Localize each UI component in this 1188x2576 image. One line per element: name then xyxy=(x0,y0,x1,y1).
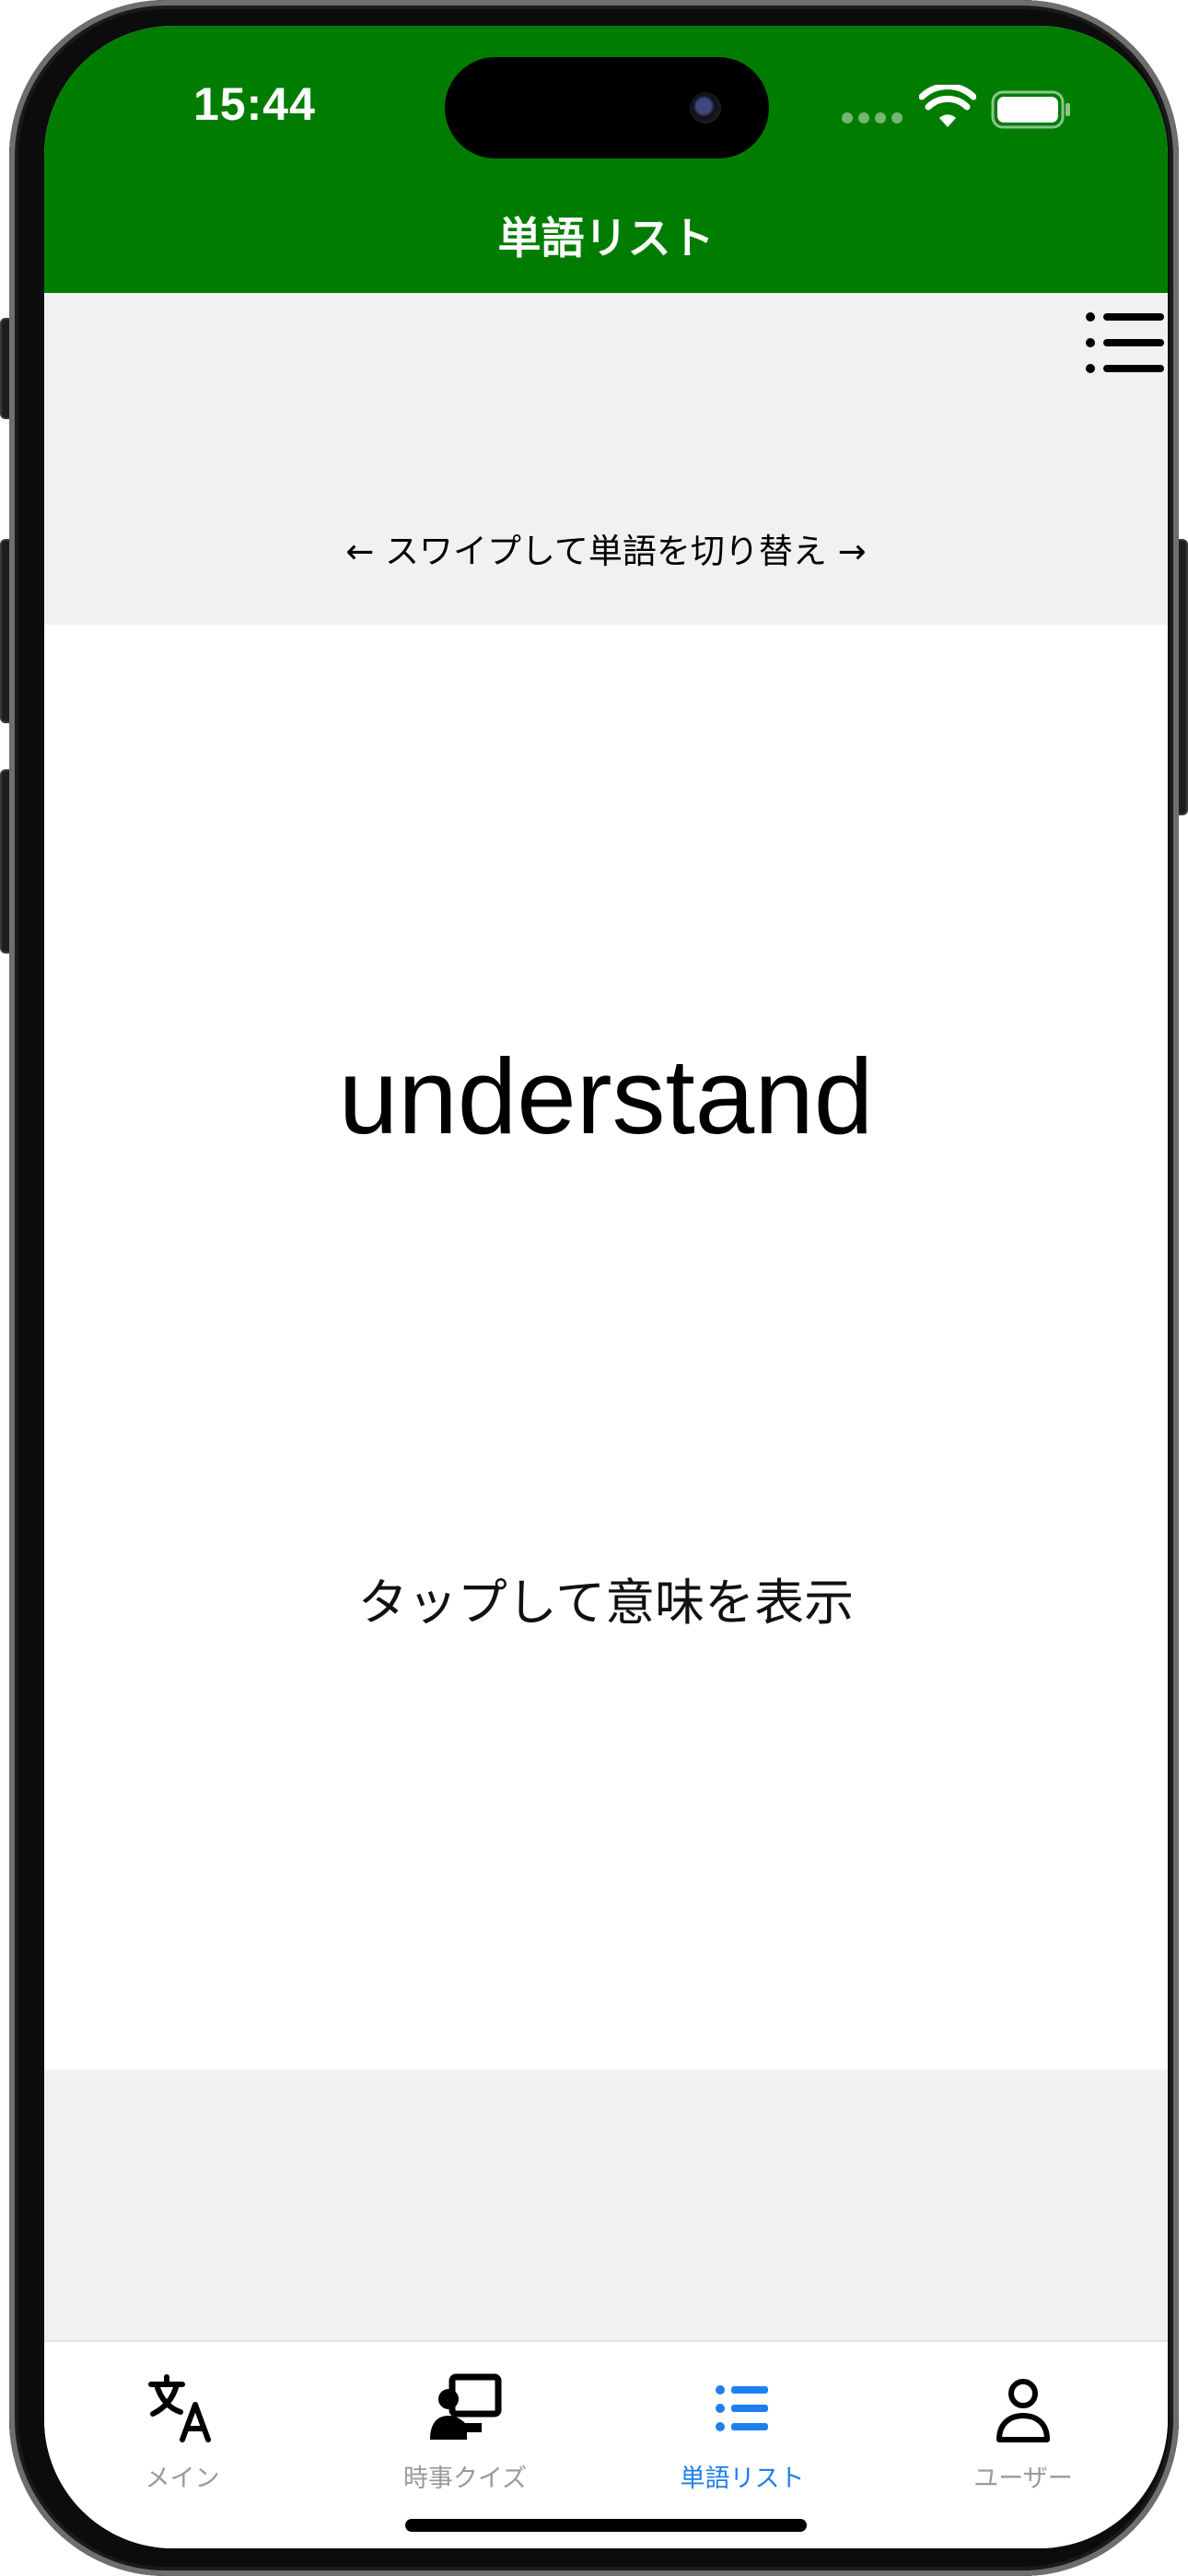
flashcard-word: understand xyxy=(338,1036,874,1156)
swipe-hint: ← スワイプして単語を切り替え → xyxy=(345,532,867,571)
wifi-icon xyxy=(919,85,976,127)
flashcard[interactable]: understand タップして意味を表示 xyxy=(44,625,1168,2069)
home-indicator[interactable] xyxy=(405,2519,807,2532)
battery-icon xyxy=(991,90,1070,129)
list-bullet-icon xyxy=(716,2385,768,2431)
presenter-icon xyxy=(430,2373,502,2440)
tab-user[interactable]: ユーザー xyxy=(885,2342,1161,2499)
tab-label: ユーザー xyxy=(973,2465,1073,2493)
tab-news-quiz[interactable]: 時事クイズ xyxy=(327,2342,603,2499)
tab-word-list[interactable]: 単語リスト xyxy=(604,2342,880,2499)
tab-label: 単語リスト xyxy=(680,2465,805,2493)
signal-dots-icon xyxy=(842,112,903,123)
tab-label: 時事クイズ xyxy=(402,2465,528,2493)
header: 15:44 単語リスト xyxy=(44,26,1168,293)
translate-icon xyxy=(148,2374,211,2442)
dynamic-island xyxy=(445,57,769,158)
page-title: 単語リスト xyxy=(497,214,715,264)
person-icon xyxy=(996,2379,1050,2442)
status-time: 15:44 xyxy=(193,78,316,130)
tab-label: メイン xyxy=(145,2465,220,2493)
tab-bar: メイン 時事クイズ 単語リスト ユーザー xyxy=(44,2340,1168,2548)
list-menu-icon xyxy=(1086,312,1164,373)
device-frame: 15:44 単語リスト ← スワイプして単語を切り替え → understand… xyxy=(9,0,1179,2576)
tab-main[interactable]: メイン xyxy=(44,2342,320,2499)
tap-to-show-meaning-hint: タップして意味を表示 xyxy=(357,1574,855,1632)
list-menu-button[interactable] xyxy=(1081,306,1168,380)
camera-icon xyxy=(690,92,721,123)
screen: 15:44 単語リスト ← スワイプして単語を切り替え → understand… xyxy=(44,26,1168,2548)
